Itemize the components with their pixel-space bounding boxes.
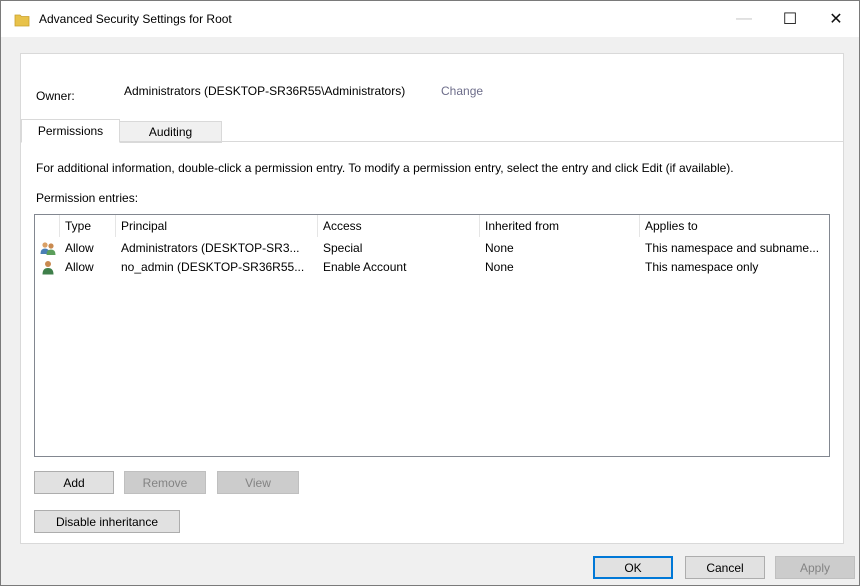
cell-applies-to: This namespace and subname... [645,241,820,255]
column-header-inherited-from[interactable]: Inherited from [480,215,640,237]
cell-access: Special [323,241,363,255]
folder-icon [14,14,30,27]
cell-type: Allow [65,241,94,255]
permission-entries-list[interactable]: Type Principal Access Inherited from App… [34,214,830,457]
owner-label: Owner: [36,89,75,103]
owner-value: Administrators (DESKTOP-SR36R55\Administ… [124,84,406,98]
column-header-icon [35,215,60,237]
column-header-applies-to[interactable]: Applies to [640,215,829,237]
tab-permissions[interactable]: Permissions [21,119,120,143]
add-button[interactable]: Add [34,471,114,494]
column-header-principal[interactable]: Principal [116,215,318,237]
table-row[interactable]: Allow Administrators (DESKTOP-SR3... Spe… [35,239,829,258]
cell-inherited-from: None [485,260,514,274]
window-title: Advanced Security Settings for Root [39,12,232,26]
permission-entries-label: Permission entries: [36,191,139,205]
info-text: For additional information, double-click… [36,161,734,175]
minimize-button[interactable]: — [721,1,767,37]
user-icon [42,261,54,275]
remove-button[interactable]: Remove [124,471,206,494]
view-button[interactable]: View [217,471,299,494]
maximize-button[interactable]: ☐ [767,1,813,37]
table-row[interactable]: Allow no_admin (DESKTOP-SR36R55... Enabl… [35,258,829,277]
disable-inheritance-button[interactable]: Disable inheritance [34,510,180,533]
advanced-security-window: Advanced Security Settings for Root — ☐ … [0,0,860,586]
cell-access: Enable Account [323,260,407,274]
tab-auditing[interactable]: Auditing [119,121,222,143]
cell-inherited-from: None [485,241,514,255]
title-bar: Advanced Security Settings for Root — ☐ … [1,1,859,37]
content-panel: Owner: Administrators (DESKTOP-SR36R55\A… [20,53,844,544]
column-header-access[interactable]: Access [318,215,480,237]
cell-applies-to: This namespace only [645,260,759,274]
ok-button[interactable]: OK [593,556,673,579]
column-header-type[interactable]: Type [60,215,116,237]
apply-button[interactable]: Apply [775,556,855,579]
cell-type: Allow [65,260,94,274]
cancel-button[interactable]: Cancel [685,556,765,579]
close-button[interactable]: ✕ [813,1,859,37]
group-users-icon [40,242,56,255]
cell-principal: Administrators (DESKTOP-SR3... [121,241,300,255]
tab-divider [21,141,843,142]
cell-principal: no_admin (DESKTOP-SR36R55... [121,260,305,274]
change-owner-link[interactable]: Change [441,84,483,98]
list-header: Type Principal Access Inherited from App… [35,215,829,237]
